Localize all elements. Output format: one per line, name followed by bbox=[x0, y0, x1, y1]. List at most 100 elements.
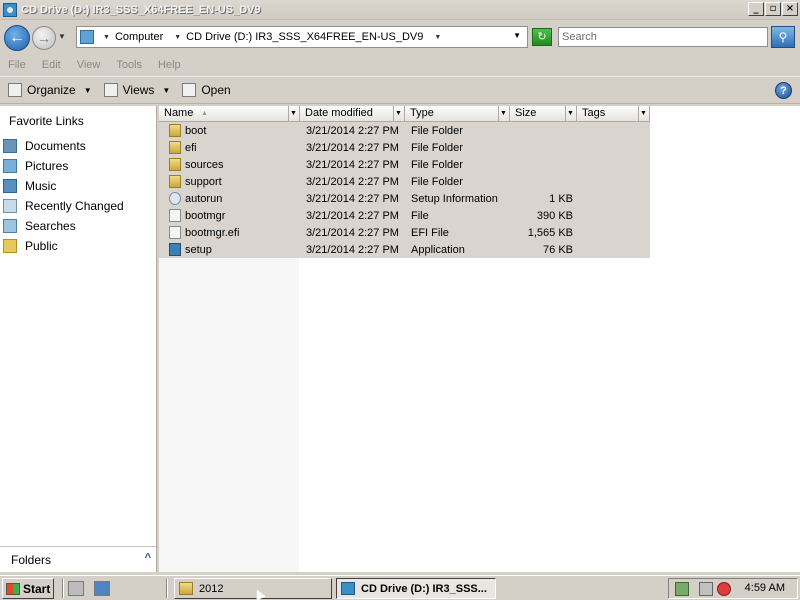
address-dropdown[interactable]: ▼ bbox=[513, 31, 521, 40]
file-row[interactable]: support 3/21/2014 2:27 PM File Folder bbox=[159, 173, 650, 190]
file-row[interactable]: bootmgr.efi 3/21/2014 2:27 PM EFI File 1… bbox=[159, 224, 650, 241]
favorite-link-searches[interactable]: Searches bbox=[0, 216, 156, 236]
open-button[interactable]: Open bbox=[182, 83, 231, 97]
organize-label: Organize bbox=[27, 83, 76, 97]
sort-ascending-icon: ▲ bbox=[201, 110, 208, 117]
file-row[interactable]: setup 3/21/2014 2:27 PM Application 76 K… bbox=[159, 241, 650, 258]
column-header-name[interactable]: Name ▲ ▼ bbox=[159, 106, 300, 122]
computer-icon bbox=[80, 30, 94, 44]
help-button[interactable]: ? bbox=[775, 82, 792, 99]
taskbar-button-cd-drive[interactable]: CD Drive (D:) IR3_SSS... bbox=[336, 578, 496, 599]
file-row[interactable]: autorun 3/21/2014 2:27 PM Setup Informat… bbox=[159, 190, 650, 207]
maximize-button[interactable]: ▫ bbox=[765, 2, 781, 16]
views-label: Views bbox=[122, 83, 155, 97]
start-label: Start bbox=[23, 581, 51, 596]
taskbar: Start 2012 CD Drive (D:) IR3_SSS... 4:59… bbox=[0, 575, 800, 600]
network-error-icon[interactable] bbox=[717, 582, 731, 596]
chevron-right-icon[interactable]: ▼ bbox=[103, 34, 110, 41]
minimize-button[interactable]: _ bbox=[748, 2, 764, 16]
menu-file[interactable]: File bbox=[8, 59, 26, 71]
open-label: Open bbox=[201, 83, 231, 97]
file-rows: boot 3/21/2014 2:27 PM File Folder efi 3… bbox=[159, 122, 650, 258]
start-button[interactable]: Start bbox=[2, 578, 54, 599]
file-date: 3/21/2014 2:27 PM bbox=[306, 243, 399, 256]
column-header-size[interactable]: Size ▼ bbox=[510, 106, 577, 122]
favorite-link-label: Public bbox=[25, 239, 58, 253]
recent-pages-dropdown[interactable]: ▼ bbox=[58, 32, 66, 41]
window-title: CD Drive (D:) IR3_SSS_X64FREE_EN-US_DV9 bbox=[21, 3, 261, 16]
forward-button[interactable]: → bbox=[32, 26, 56, 50]
favorite-link-pictures[interactable]: Pictures bbox=[0, 156, 156, 176]
refresh-button[interactable]: ↻ bbox=[532, 28, 552, 46]
file-name: bootmgr bbox=[185, 209, 226, 222]
address-bar[interactable]: ▼ Computer ▼ CD Drive (D:) IR3_SSS_X64FR… bbox=[76, 26, 528, 48]
file-row[interactable]: efi 3/21/2014 2:27 PM File Folder bbox=[159, 139, 650, 156]
column-headers: Name ▲ ▼ Date modified ▼ Type ▼ Size ▼ T… bbox=[159, 106, 650, 122]
file-type: EFI File bbox=[411, 226, 449, 239]
file-type: File Folder bbox=[411, 158, 463, 171]
security-shield-icon[interactable] bbox=[675, 582, 689, 596]
file-date: 3/21/2014 2:27 PM bbox=[306, 124, 399, 137]
file-name: setup bbox=[185, 243, 212, 256]
search-input[interactable]: Search bbox=[558, 27, 768, 47]
folder-icon bbox=[169, 141, 181, 154]
folders-label: Folders bbox=[11, 552, 52, 567]
folder-icon bbox=[169, 175, 181, 188]
taskbar-separator bbox=[62, 579, 64, 598]
chevron-down-icon[interactable]: ▼ bbox=[288, 106, 298, 121]
chevron-down-icon[interactable]: ▼ bbox=[393, 106, 403, 121]
documents-icon bbox=[3, 139, 17, 153]
favorite-link-music[interactable]: Music bbox=[0, 176, 156, 196]
favorite-link-label: Searches bbox=[25, 219, 76, 233]
chevron-down-icon[interactable]: ▼ bbox=[565, 106, 575, 121]
column-header-label: Date modified bbox=[305, 107, 373, 119]
chevron-up-icon[interactable]: ^ bbox=[145, 552, 151, 564]
column-header-date-modified[interactable]: Date modified ▼ bbox=[300, 106, 405, 122]
column-header-label: Size bbox=[515, 107, 537, 119]
show-desktop-icon[interactable] bbox=[94, 581, 110, 596]
back-button[interactable]: ← bbox=[4, 25, 30, 51]
column-header-tags[interactable]: Tags ▼ bbox=[577, 106, 650, 122]
server-manager-icon[interactable] bbox=[68, 581, 84, 596]
favorite-link-label: Music bbox=[25, 179, 57, 193]
favorite-link-documents[interactable]: Documents bbox=[0, 136, 156, 156]
file-size: 1,565 KB bbox=[527, 226, 573, 239]
chevron-right-icon[interactable]: ▼ bbox=[434, 34, 441, 41]
command-toolbar: Organize ▼ Views ▼ Open ? bbox=[0, 76, 800, 104]
organize-button[interactable]: Organize ▼ bbox=[8, 83, 92, 97]
file-row[interactable]: sources 3/21/2014 2:27 PM File Folder bbox=[159, 156, 650, 173]
favorite-link-label: Documents bbox=[25, 139, 86, 153]
file-row[interactable]: bootmgr 3/21/2014 2:27 PM File 390 KB bbox=[159, 207, 650, 224]
menu-bar: File Edit View Tools Help bbox=[0, 55, 800, 75]
folders-toggle-bar[interactable]: Folders ^ bbox=[0, 546, 156, 572]
favorite-link-label: Pictures bbox=[25, 159, 69, 173]
menu-edit[interactable]: Edit bbox=[42, 59, 61, 71]
file-row[interactable]: boot 3/21/2014 2:27 PM File Folder bbox=[159, 122, 650, 139]
close-button[interactable]: × bbox=[782, 2, 798, 16]
file-name: boot bbox=[185, 124, 207, 137]
folder-icon bbox=[179, 582, 193, 595]
task-label: CD Drive (D:) IR3_SSS... bbox=[361, 582, 487, 595]
chevron-down-icon[interactable]: ▼ bbox=[638, 106, 648, 121]
favorite-link-public[interactable]: Public bbox=[0, 236, 156, 256]
clock[interactable]: 4:59 AM bbox=[745, 582, 785, 594]
search-button[interactable]: ⚲ bbox=[771, 26, 795, 48]
breadcrumb-computer[interactable]: Computer bbox=[115, 31, 163, 43]
cd-drive-icon bbox=[3, 2, 17, 17]
column-header-type[interactable]: Type ▼ bbox=[405, 106, 510, 122]
music-icon bbox=[3, 179, 17, 193]
menu-view[interactable]: View bbox=[77, 59, 101, 71]
file-date: 3/21/2014 2:27 PM bbox=[306, 192, 399, 205]
chevron-right-icon[interactable]: ▼ bbox=[174, 34, 181, 41]
breadcrumb-cd-drive[interactable]: CD Drive (D:) IR3_SSS_X64FREE_EN-US_DV9 bbox=[186, 31, 423, 43]
file-name: sources bbox=[185, 158, 224, 171]
taskbar-button-2012[interactable]: 2012 bbox=[174, 578, 332, 599]
menu-help[interactable]: Help bbox=[158, 59, 181, 71]
file-icon bbox=[169, 209, 181, 222]
views-button[interactable]: Views ▼ bbox=[103, 83, 170, 97]
network-icon[interactable] bbox=[699, 582, 713, 596]
taskbar-separator bbox=[166, 579, 168, 598]
chevron-down-icon[interactable]: ▼ bbox=[498, 106, 508, 121]
favorite-link-recently-changed[interactable]: Recently Changed bbox=[0, 196, 156, 216]
menu-tools[interactable]: Tools bbox=[116, 59, 142, 71]
